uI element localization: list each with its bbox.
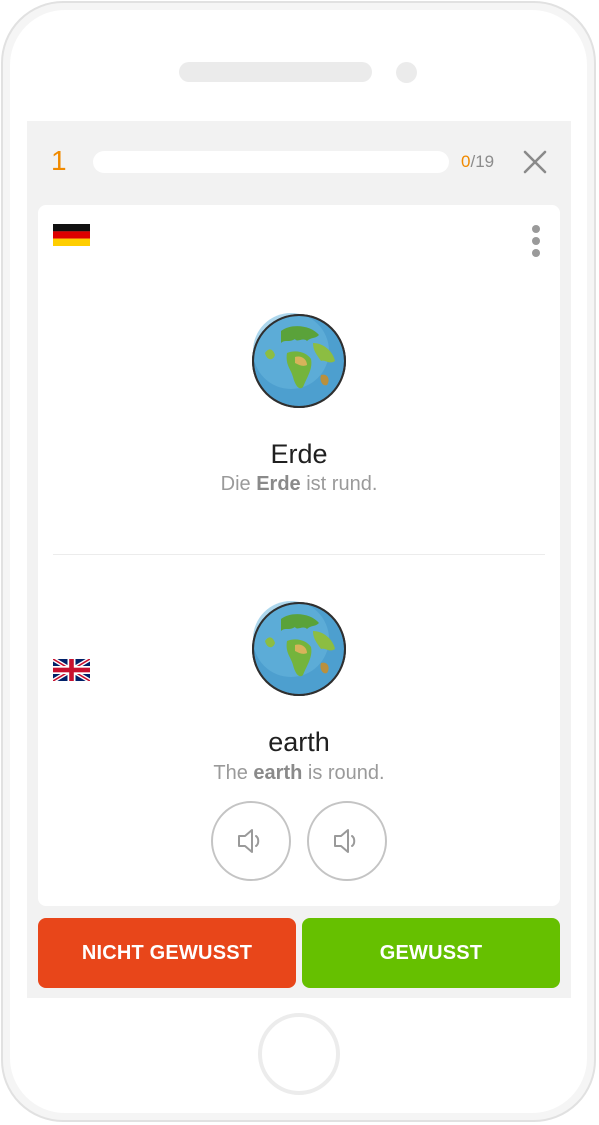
- source-sentence: Die Erde ist rund.: [38, 473, 560, 495]
- flashcard: Erde Die Erde ist rund. earth The earth …: [38, 205, 560, 906]
- speaker-icon: [334, 829, 356, 853]
- close-icon-glyph: [523, 150, 547, 174]
- globe-icon: [252, 601, 346, 696]
- globe-icon: [252, 313, 346, 408]
- progress-total: /19: [470, 152, 495, 171]
- progress-bar: [93, 151, 449, 173]
- card-counter: 1: [51, 145, 67, 176]
- source-sentence-before: Die: [220, 473, 257, 495]
- play-sentence-audio-button[interactable]: [307, 801, 387, 881]
- flag-united-kingdom-icon: [53, 659, 90, 681]
- phone-speaker: [179, 62, 372, 82]
- target-sentence-highlight: earth: [253, 762, 303, 784]
- source-sentence-after: ist rund.: [300, 473, 378, 495]
- app-screen: 1 0/19 Erde Die Erde ist rund. earth The…: [27, 121, 571, 998]
- flag-germany-icon: [53, 224, 90, 246]
- known-button[interactable]: GEWUSST: [302, 918, 560, 988]
- target-sentence: The earth is round.: [38, 762, 560, 784]
- close-icon[interactable]: [522, 149, 548, 175]
- target-sentence-after: is round.: [302, 762, 385, 784]
- more-vertical-icon[interactable]: [522, 221, 550, 261]
- source-sentence-highlight: Erde: [256, 473, 301, 495]
- speaker-icon: [238, 829, 260, 853]
- not-known-button[interactable]: NICHT GEWUSST: [38, 918, 296, 988]
- play-word-audio-button[interactable]: [211, 801, 291, 881]
- phone-home-button: [258, 1013, 340, 1095]
- phone-camera: [396, 62, 417, 83]
- progress-count: 0/19: [461, 153, 494, 171]
- target-word: earth: [268, 727, 330, 757]
- target-sentence-before: The: [213, 762, 254, 784]
- card-divider: [53, 554, 545, 555]
- source-word: Erde: [270, 439, 328, 469]
